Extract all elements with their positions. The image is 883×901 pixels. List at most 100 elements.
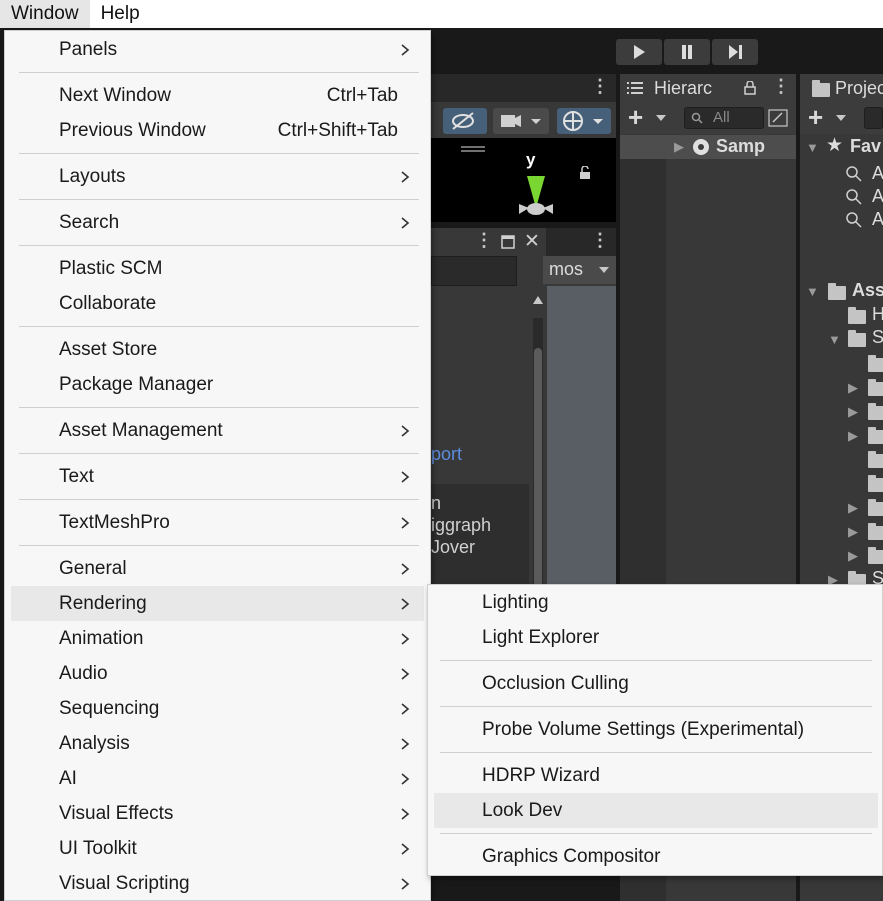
expand-arrow-icon[interactable]: ▶	[848, 524, 858, 540]
menu-item-plastic-scm[interactable]: Plastic SCM	[11, 251, 424, 286]
inspector-link[interactable]: port	[431, 444, 462, 465]
hierarchy-row-scene[interactable]: ▶ Samp	[620, 135, 796, 159]
search-icon	[846, 212, 862, 228]
rendering-submenu: Lighting Light Explorer Occlusion Cullin…	[427, 584, 883, 876]
menu-item-rendering[interactable]: Rendering	[11, 586, 424, 621]
submenu-separator	[440, 833, 872, 834]
maximize-icon[interactable]	[501, 235, 515, 249]
scrollbar[interactable]	[533, 318, 543, 618]
search-icon	[846, 166, 862, 182]
menu-item-package-manager[interactable]: Package Manager	[11, 367, 424, 402]
menu-item-ui-toolkit[interactable]: UI Toolkit	[11, 831, 424, 866]
folder-icon	[868, 475, 883, 492]
menu-item-animation[interactable]: Animation	[11, 621, 424, 656]
menu-item-panels[interactable]: Panels	[11, 32, 424, 67]
inspector-search[interactable]	[431, 256, 517, 286]
inspector-panel: ⋮ ✕ ⋮ mos port n iggraph Jover	[431, 228, 616, 628]
hierarchy-add-icon[interactable]: +	[628, 104, 643, 130]
dropdown-arrow-icon	[599, 267, 609, 273]
submenu-item-look-dev[interactable]: Look Dev	[434, 793, 878, 828]
chevron-right-icon	[401, 44, 410, 56]
menu-item-ai[interactable]: AI	[11, 761, 424, 796]
expand-arrow-icon[interactable]: ▶	[848, 380, 858, 396]
camera-dropdown[interactable]	[493, 108, 549, 134]
gizmos-kebab-icon[interactable]: ⋮	[591, 230, 609, 251]
search-icon	[846, 189, 862, 205]
hierarchy-tab-label[interactable]: Hierarc	[654, 78, 712, 99]
scene-visibility-icon[interactable]	[768, 109, 788, 127]
close-icon[interactable]: ✕	[524, 230, 540, 253]
pause-button[interactable]	[664, 39, 710, 65]
expand-arrow-icon[interactable]: ▶	[848, 500, 858, 516]
expand-arrow-icon[interactable]: ▶	[848, 548, 858, 564]
inspector-kebab-icon[interactable]: ⋮	[475, 230, 493, 251]
favorites-expand-icon[interactable]: ▼	[806, 140, 819, 155]
menu-item-general[interactable]: General	[11, 551, 424, 586]
menu-separator	[19, 72, 419, 73]
menu-item-textmeshpro[interactable]: TextMeshPro	[11, 505, 424, 540]
project-search[interactable]	[864, 107, 883, 129]
play-button[interactable]	[616, 39, 662, 65]
scene-toolbar	[431, 102, 616, 138]
expand-arrow-icon[interactable]: ▼	[828, 332, 841, 347]
step-button[interactable]	[712, 39, 758, 65]
project-tabbar: Projec	[800, 74, 883, 102]
submenu-item-graphics-compositor[interactable]: Graphics Compositor	[434, 839, 878, 874]
chevron-right-icon	[401, 171, 410, 183]
gizmo-dropdown[interactable]	[557, 108, 611, 134]
hierarchy-lock-icon[interactable]	[744, 81, 756, 95]
gizmos-dropdown[interactable]: mos	[543, 256, 616, 284]
menu-item-asset-management[interactable]: Asset Management	[11, 413, 424, 448]
assets-label[interactable]: Ass	[852, 280, 883, 301]
scrollbar-thumb[interactable]	[534, 348, 542, 618]
menu-item-previous-window[interactable]: Previous Window Ctrl+Shift+Tab	[11, 113, 424, 148]
scene-gizmo-icon[interactable]	[501, 168, 571, 218]
menu-item-analysis[interactable]: Analysis	[11, 726, 424, 761]
folder-icon	[848, 330, 866, 347]
expand-arrow-icon[interactable]: ▶	[848, 404, 858, 420]
submenu-item-hdrp-wizard[interactable]: HDRP Wizard	[434, 758, 878, 793]
chevron-right-icon	[401, 633, 410, 645]
menu-item-visual-scripting[interactable]: Visual Scripting	[11, 866, 424, 901]
submenu-item-probe-volume-settings[interactable]: Probe Volume Settings (Experimental)	[434, 712, 878, 747]
folder-icon	[868, 523, 883, 540]
menu-item-visual-effects[interactable]: Visual Effects	[11, 796, 424, 831]
assets-expand-icon[interactable]: ▼	[806, 284, 819, 299]
menu-item-collaborate[interactable]: Collaborate	[11, 286, 424, 321]
submenu-item-occlusion-culling[interactable]: Occlusion Culling	[434, 666, 878, 701]
scene-kebab-icon[interactable]: ⋮	[591, 76, 609, 97]
hierarchy-list-icon	[627, 82, 643, 94]
scene-viewport[interactable]: y	[431, 138, 616, 222]
menu-item-next-window[interactable]: Next Window Ctrl+Tab	[11, 78, 424, 113]
submenu-separator	[440, 752, 872, 753]
menu-item-search[interactable]: Search	[11, 205, 424, 240]
folder-icon	[868, 427, 883, 444]
play-icon	[634, 45, 645, 59]
chevron-right-icon	[401, 738, 410, 750]
info-line-3: Jover	[431, 537, 476, 557]
menu-window[interactable]: Window	[0, 0, 90, 28]
pause-icon	[682, 45, 692, 59]
submenu-item-lighting[interactable]: Lighting	[434, 585, 878, 620]
menu-item-asset-store[interactable]: Asset Store	[11, 332, 424, 367]
lock-icon[interactable]	[579, 166, 591, 180]
visibility-toggle[interactable]	[443, 108, 487, 134]
hierarchy-kebab-icon[interactable]: ⋮	[772, 76, 790, 97]
menu-item-audio[interactable]: Audio	[11, 656, 424, 691]
eye-slash-icon	[452, 112, 474, 130]
scroll-up-icon[interactable]	[533, 296, 543, 304]
project-tab-label[interactable]: Projec	[835, 78, 883, 99]
project-add-icon[interactable]: +	[808, 104, 823, 130]
submenu-item-light-explorer[interactable]: Light Explorer	[434, 620, 878, 655]
favorites-label: Fav	[850, 136, 882, 156]
menu-item-sequencing[interactable]: Sequencing	[11, 691, 424, 726]
window-menu: Panels Next Window Ctrl+Tab Previous Win…	[4, 30, 431, 901]
menu-separator	[19, 499, 419, 500]
expand-arrow-icon[interactable]: ▶	[848, 428, 858, 444]
submenu-separator	[440, 706, 872, 707]
menu-item-layouts[interactable]: Layouts	[11, 159, 424, 194]
menu-help[interactable]: Help	[90, 0, 151, 28]
menu-separator	[19, 407, 419, 408]
menu-item-text[interactable]: Text	[11, 459, 424, 494]
expand-arrow-icon[interactable]: ▶	[674, 139, 684, 155]
